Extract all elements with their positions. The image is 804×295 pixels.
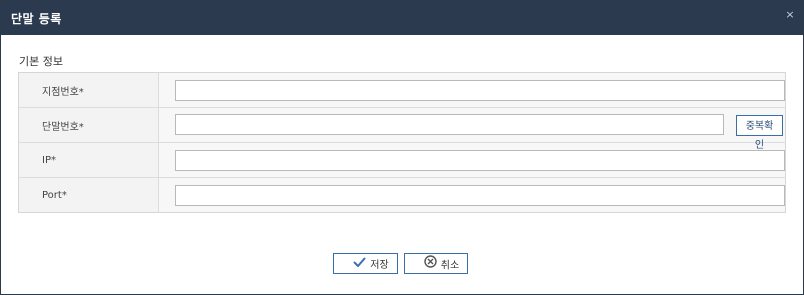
dialog-titlebar: 단말 등록 × <box>1 1 803 35</box>
terminal-register-dialog: 단말 등록 × 기본 정보 지점번호* 단말번호* 중복확인 IP* Port* <box>0 0 804 295</box>
port-cell <box>158 177 786 213</box>
terminal-number-input[interactable] <box>175 114 724 136</box>
port-label: Port* <box>18 177 159 213</box>
save-button[interactable]: 저장 <box>333 253 398 274</box>
ip-label: IP* <box>18 142 159 178</box>
form-row-branch-number: 지점번호* <box>18 72 786 108</box>
duplicate-check-button[interactable]: 중복확인 <box>736 114 783 151</box>
cancel-button[interactable]: 취소 <box>404 253 468 274</box>
section-title: 기본 정보 <box>19 55 63 68</box>
ip-input[interactable] <box>175 149 785 171</box>
check-icon <box>353 255 367 274</box>
cancel-circle-icon <box>424 255 437 275</box>
branch-number-cell <box>158 72 786 108</box>
form-row-terminal-number: 단말번호* 중복확인 <box>18 107 786 151</box>
dialog-title: 단말 등록 <box>11 12 62 26</box>
cancel-button-label: 취소 <box>440 260 460 272</box>
ip-cell <box>158 142 786 178</box>
branch-number-label: 지점번호* <box>18 72 159 108</box>
form-row-ip: IP* <box>18 142 786 178</box>
terminal-number-cell: 중복확인 <box>158 107 786 151</box>
branch-number-input[interactable] <box>175 79 785 101</box>
terminal-number-label: 단말번호* <box>18 107 159 143</box>
save-button-label: 저장 <box>370 260 389 271</box>
port-input[interactable] <box>175 184 785 206</box>
form-row-port: Port* <box>18 177 786 213</box>
basic-info-form: 지점번호* 단말번호* 중복확인 IP* Port* <box>18 72 786 213</box>
dialog-button-bar: 저장 취소 <box>333 253 468 274</box>
close-icon[interactable]: × <box>784 9 796 21</box>
